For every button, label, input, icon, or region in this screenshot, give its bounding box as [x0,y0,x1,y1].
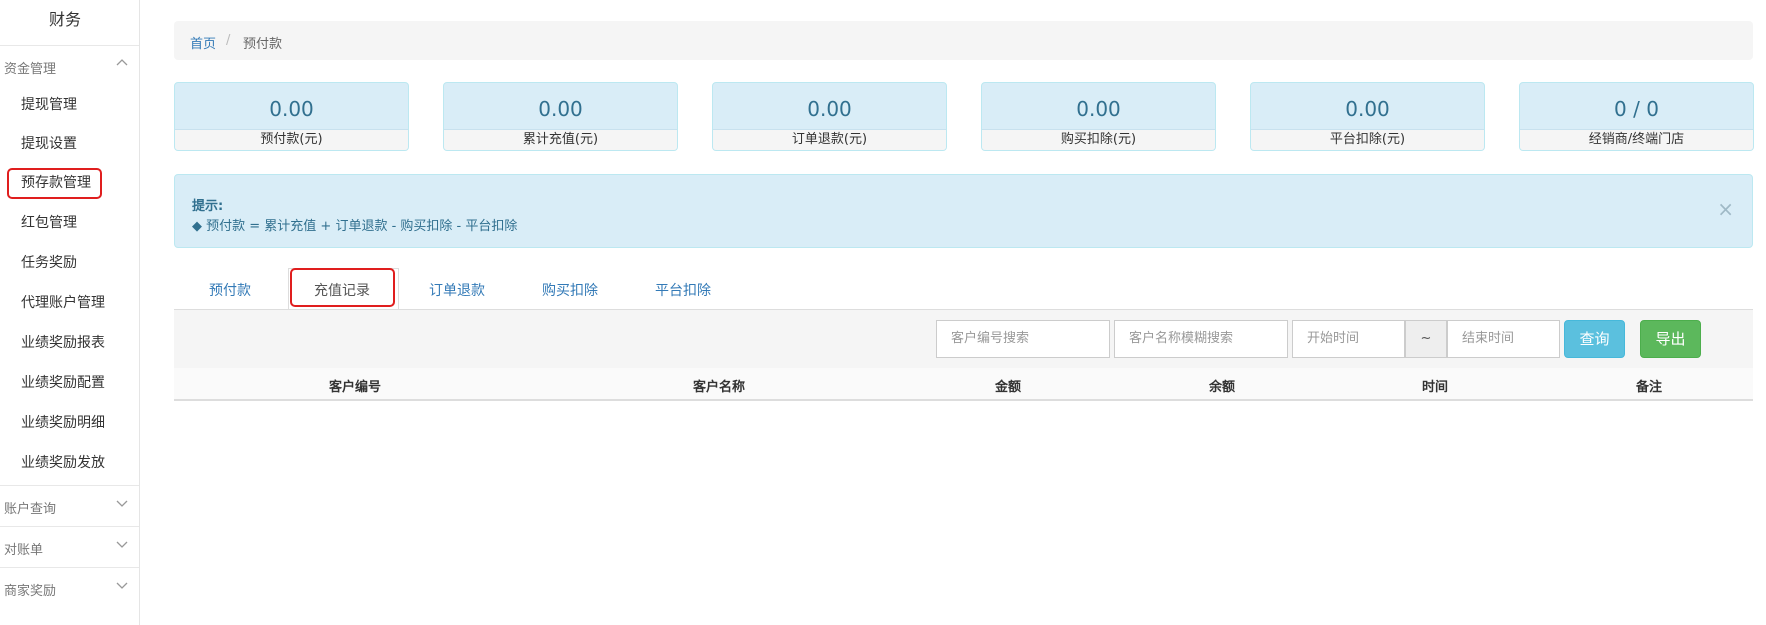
chevron-down-icon [116,582,128,589]
active-tab-highlight [290,268,395,307]
chevron-up-icon [116,59,128,66]
hint-body: ◆ 预付款 = 累计充值 + 订单退款 - 购买扣除 - 平台扣除 [192,219,518,234]
stat-card-dealer-store: 0 / 0 经销商/终端门店 [1519,82,1754,151]
sidebar-item-performance-detail[interactable]: 业绩奖励明细 [21,412,105,432]
stat-label: 购买扣除(元) [982,129,1215,150]
sidebar-item-performance-report[interactable]: 业绩奖励报表 [21,332,105,352]
start-time-input[interactable]: 开始时间 [1292,320,1405,358]
active-item-highlight [7,168,102,199]
column-header-amount[interactable]: 金额 [995,376,1021,395]
sidebar-group-label: 账户查询 [4,502,57,517]
sidebar-group-account-query[interactable]: 账户查询 [0,485,139,526]
hint-title: 提示: [192,199,224,214]
column-header-time[interactable]: 时间 [1422,376,1448,395]
sidebar-item-withdraw-management[interactable]: 提现管理 [21,94,77,114]
customer-no-search-input[interactable]: 客户编号搜索 [936,320,1110,358]
breadcrumb-home-link[interactable]: 首页 [190,33,216,52]
stat-label: 经销商/终端门店 [1520,129,1753,150]
breadcrumb: 首页 / 预付款 [174,21,1753,60]
sidebar-item-agent-account[interactable]: 代理账户管理 [21,292,105,312]
chevron-down-icon [116,541,128,548]
sidebar-item-performance-config[interactable]: 业绩奖励配置 [21,372,105,392]
tab-bar: 预付款 充值记录 订单退款 购买扣除 平台扣除 [174,268,1753,310]
column-header-balance[interactable]: 余额 [1209,376,1235,395]
stat-card-order-refund: 0.00 订单退款(元) [712,82,947,151]
stat-label: 累计充值(元) [444,129,677,150]
query-button[interactable]: 查询 [1564,320,1625,358]
stat-card-total-recharge: 0.00 累计充值(元) [443,82,678,151]
sidebar-item-performance-payout[interactable]: 业绩奖励发放 [21,452,105,472]
stat-value: 0.00 [538,97,583,121]
sidebar-group-label: 对账单 [4,543,44,558]
column-header-customer-name[interactable]: 客户名称 [693,376,745,395]
stat-label: 预付款(元) [175,129,408,150]
stat-value: 0.00 [807,97,852,121]
sidebar-group-label: 商家奖励 [4,584,57,599]
export-button[interactable]: 导出 [1640,320,1701,358]
customer-name-search-input[interactable]: 客户名称模糊搜索 [1114,320,1288,358]
breadcrumb-separator: / [226,33,231,48]
stat-value: 0.00 [269,97,314,121]
stat-value: 0.00 [1345,97,1390,121]
column-header-customer-no[interactable]: 客户编号 [329,376,381,395]
tab-prepaid[interactable]: 预付款 [209,280,251,300]
sidebar-group-label: 资金管理 [4,62,57,77]
sidebar-group-statement[interactable]: 对账单 [0,526,139,567]
sidebar-item-withdraw-settings[interactable]: 提现设置 [21,133,77,153]
sidebar-group-fund-management[interactable]: 资金管理 [0,45,139,86]
sidebar-group-merchant-reward[interactable]: 商家奖励 [0,567,139,608]
stat-card-purchase-deduction: 0.00 购买扣除(元) [981,82,1216,151]
stat-card-prepaid: 0.00 预付款(元) [174,82,409,151]
stat-value: 0.00 [1076,97,1121,121]
breadcrumb-current: 预付款 [243,37,283,52]
sidebar-item-task-reward[interactable]: 任务奖励 [21,252,77,272]
sidebar: 财务 资金管理 提现管理 提现设置 预存款管理 红包管理 任务奖励 代理账户管理… [0,0,140,625]
table-header: 客户编号 客户名称 金额 余额 时间 备注 [174,368,1753,401]
tab-purchase-deduction[interactable]: 购买扣除 [542,280,598,300]
stat-label: 平台扣除(元) [1251,129,1484,150]
stat-value: 0 / 0 [1614,97,1659,121]
date-range-separator: ~ [1405,320,1447,358]
sidebar-item-red-packet[interactable]: 红包管理 [21,212,77,232]
chevron-down-icon [116,500,128,507]
stat-card-platform-deduction: 0.00 平台扣除(元) [1250,82,1485,151]
tab-order-refund[interactable]: 订单退款 [429,280,485,300]
end-time-input[interactable]: 结束时间 [1447,320,1560,358]
stat-label: 订单退款(元) [713,129,946,150]
tab-platform-deduction[interactable]: 平台扣除 [655,280,711,300]
column-header-remark[interactable]: 备注 [1636,376,1662,395]
sidebar-title: 财务 [48,10,81,29]
filter-toolbar: 客户编号搜索 客户名称模糊搜索 开始时间 ~ 结束时间 查询 导出 [174,309,1753,368]
hint-alert: 提示: ◆ 预付款 = 累计充值 + 订单退款 - 购买扣除 - 平台扣除 × [174,174,1753,248]
close-icon[interactable]: × [1717,197,1734,221]
